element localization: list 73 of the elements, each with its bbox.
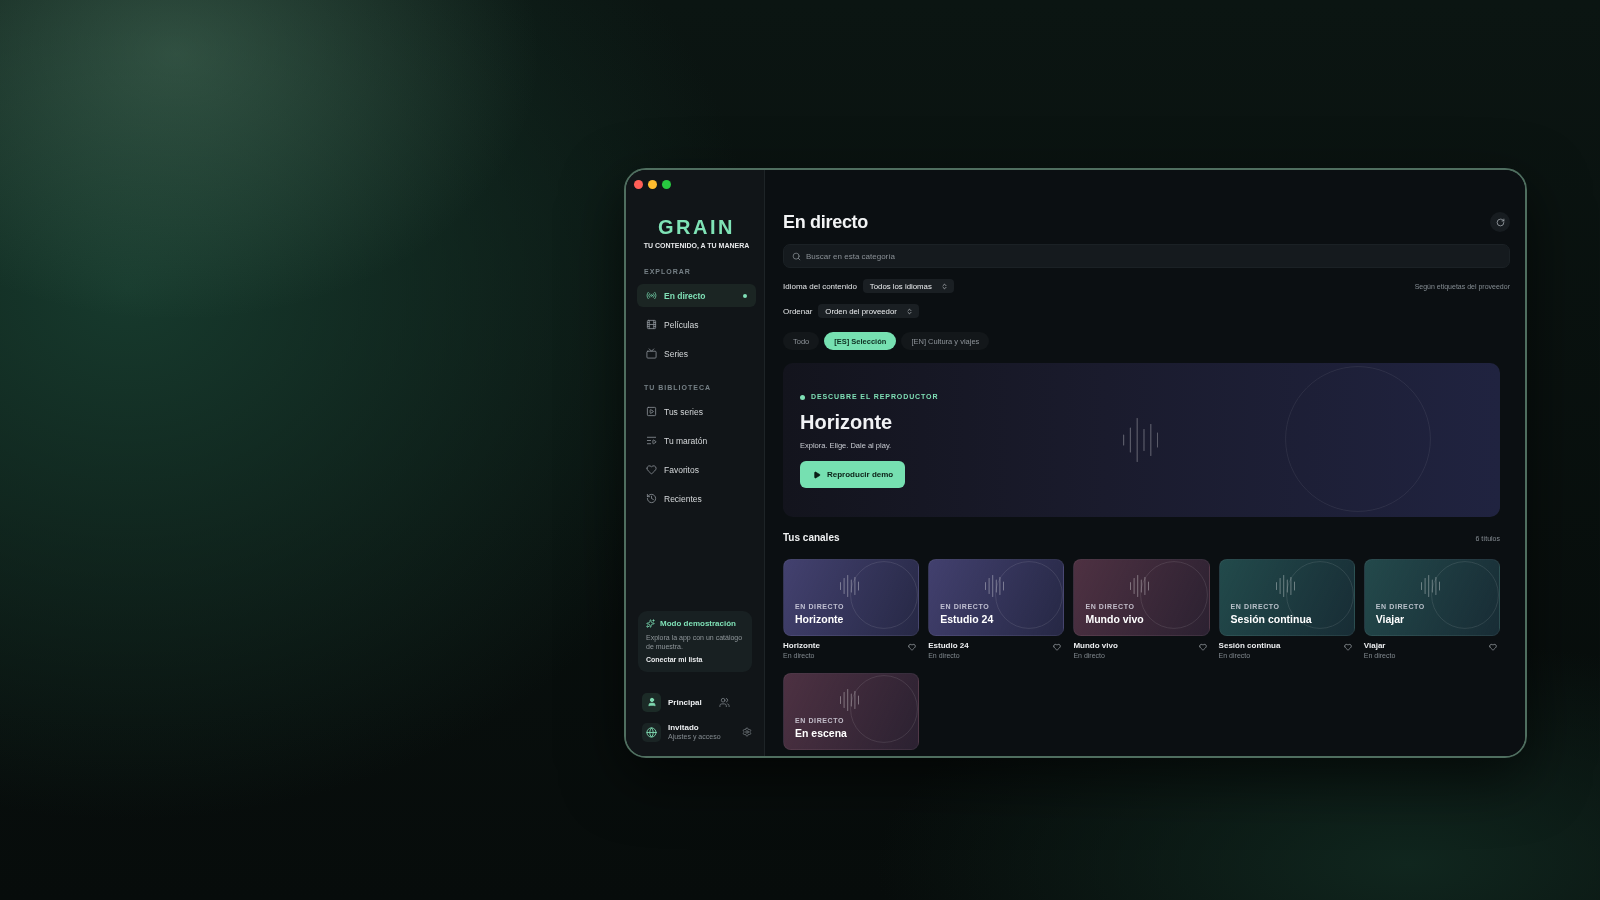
heart-icon	[1053, 643, 1062, 651]
history-icon	[646, 493, 657, 504]
refresh-button[interactable]	[1490, 212, 1510, 232]
channel-name: Viajar	[1363, 641, 1387, 650]
nav-item[interactable]: Recientes	[637, 487, 756, 510]
waveform-icon	[1130, 575, 1150, 597]
heart-icon	[908, 643, 917, 651]
chevrons-icon	[905, 307, 913, 315]
favorite-button[interactable]	[1343, 643, 1352, 651]
heart-icon	[646, 464, 657, 475]
thumbnail-title: En escena	[795, 727, 847, 739]
thumbnail-title: Mundo vivo	[1085, 613, 1144, 625]
ring-drawing	[995, 561, 1064, 629]
user-icon	[642, 692, 661, 712]
tv-icon	[646, 348, 657, 359]
nav-item[interactable]: Tu maratón	[637, 429, 756, 452]
favorite-button[interactable]	[1053, 643, 1062, 651]
ring-drawing	[850, 561, 918, 629]
dot-icon	[743, 293, 747, 298]
heart-icon	[1489, 643, 1497, 651]
nav-item[interactable]: En directo	[637, 284, 756, 307]
film-icon	[646, 319, 657, 330]
close-button[interactable]	[634, 180, 643, 189]
hero-title: Horizonte	[800, 411, 893, 433]
play-demo-button[interactable]: Reproducir demo	[800, 461, 906, 488]
nav-item[interactable]: Tus series	[637, 400, 756, 423]
radio-icon	[646, 290, 657, 301]
chevrons-icon	[940, 282, 948, 290]
search-field[interactable]: Buscar en esta categoría	[783, 244, 1510, 268]
waveform-icon	[840, 689, 859, 711]
dot-icon	[800, 394, 805, 400]
demo-title: Modo demostración	[660, 619, 736, 628]
profile-name: Invitado	[668, 723, 700, 732]
channel-name: Mundo vivo	[1073, 641, 1118, 650]
search-icon	[792, 251, 801, 261]
play-icon	[813, 470, 821, 479]
page-title: En directo	[783, 211, 868, 233]
channel-name: Horizonte	[783, 641, 820, 650]
play-square-icon	[646, 406, 657, 417]
favorite-button[interactable]	[1198, 643, 1207, 651]
nav-item[interactable]: Favoritos	[637, 458, 756, 481]
refresh-icon	[1495, 217, 1505, 227]
waveform-icon	[840, 575, 859, 597]
filter-label: Idioma del contenido	[783, 281, 857, 291]
sparkle-icon	[646, 619, 655, 628]
thumbnail-title: Viajar	[1375, 613, 1405, 625]
waveform-icon	[1275, 575, 1295, 597]
minimize-button[interactable]	[648, 180, 657, 189]
list-icon	[646, 435, 657, 446]
settings-icon[interactable]	[742, 727, 752, 737]
waveform-icon	[985, 575, 1005, 597]
app-logo: GRAIN	[657, 217, 736, 237]
profile-name: Principal	[668, 697, 703, 707]
ring-drawing	[1430, 561, 1499, 629]
nav-item[interactable]: Series	[637, 342, 756, 365]
globe-icon	[642, 722, 661, 742]
heart-icon	[1198, 643, 1207, 651]
zoom-button[interactable]	[662, 180, 671, 189]
thumbnail-title: Sesión continua	[1230, 613, 1312, 625]
favorite-button[interactable]	[1489, 643, 1497, 651]
filter-label: Ordenar	[783, 306, 813, 316]
section-title: Tus canales	[783, 532, 840, 544]
heart-icon	[1343, 643, 1352, 651]
nav-item[interactable]: Películas	[637, 313, 756, 336]
channel-name: Sesión continua	[1218, 641, 1281, 650]
users-icon[interactable]	[719, 696, 730, 708]
waveform-icon	[1123, 418, 1159, 462]
thumbnail-title: Estudio 24	[940, 613, 994, 625]
ring-drawing	[850, 675, 918, 743]
favorite-button[interactable]	[908, 643, 917, 651]
thumbnail-title: Horizonte	[795, 613, 844, 625]
waveform-icon	[1420, 575, 1440, 597]
channel-name: Estudio 24	[928, 641, 969, 650]
